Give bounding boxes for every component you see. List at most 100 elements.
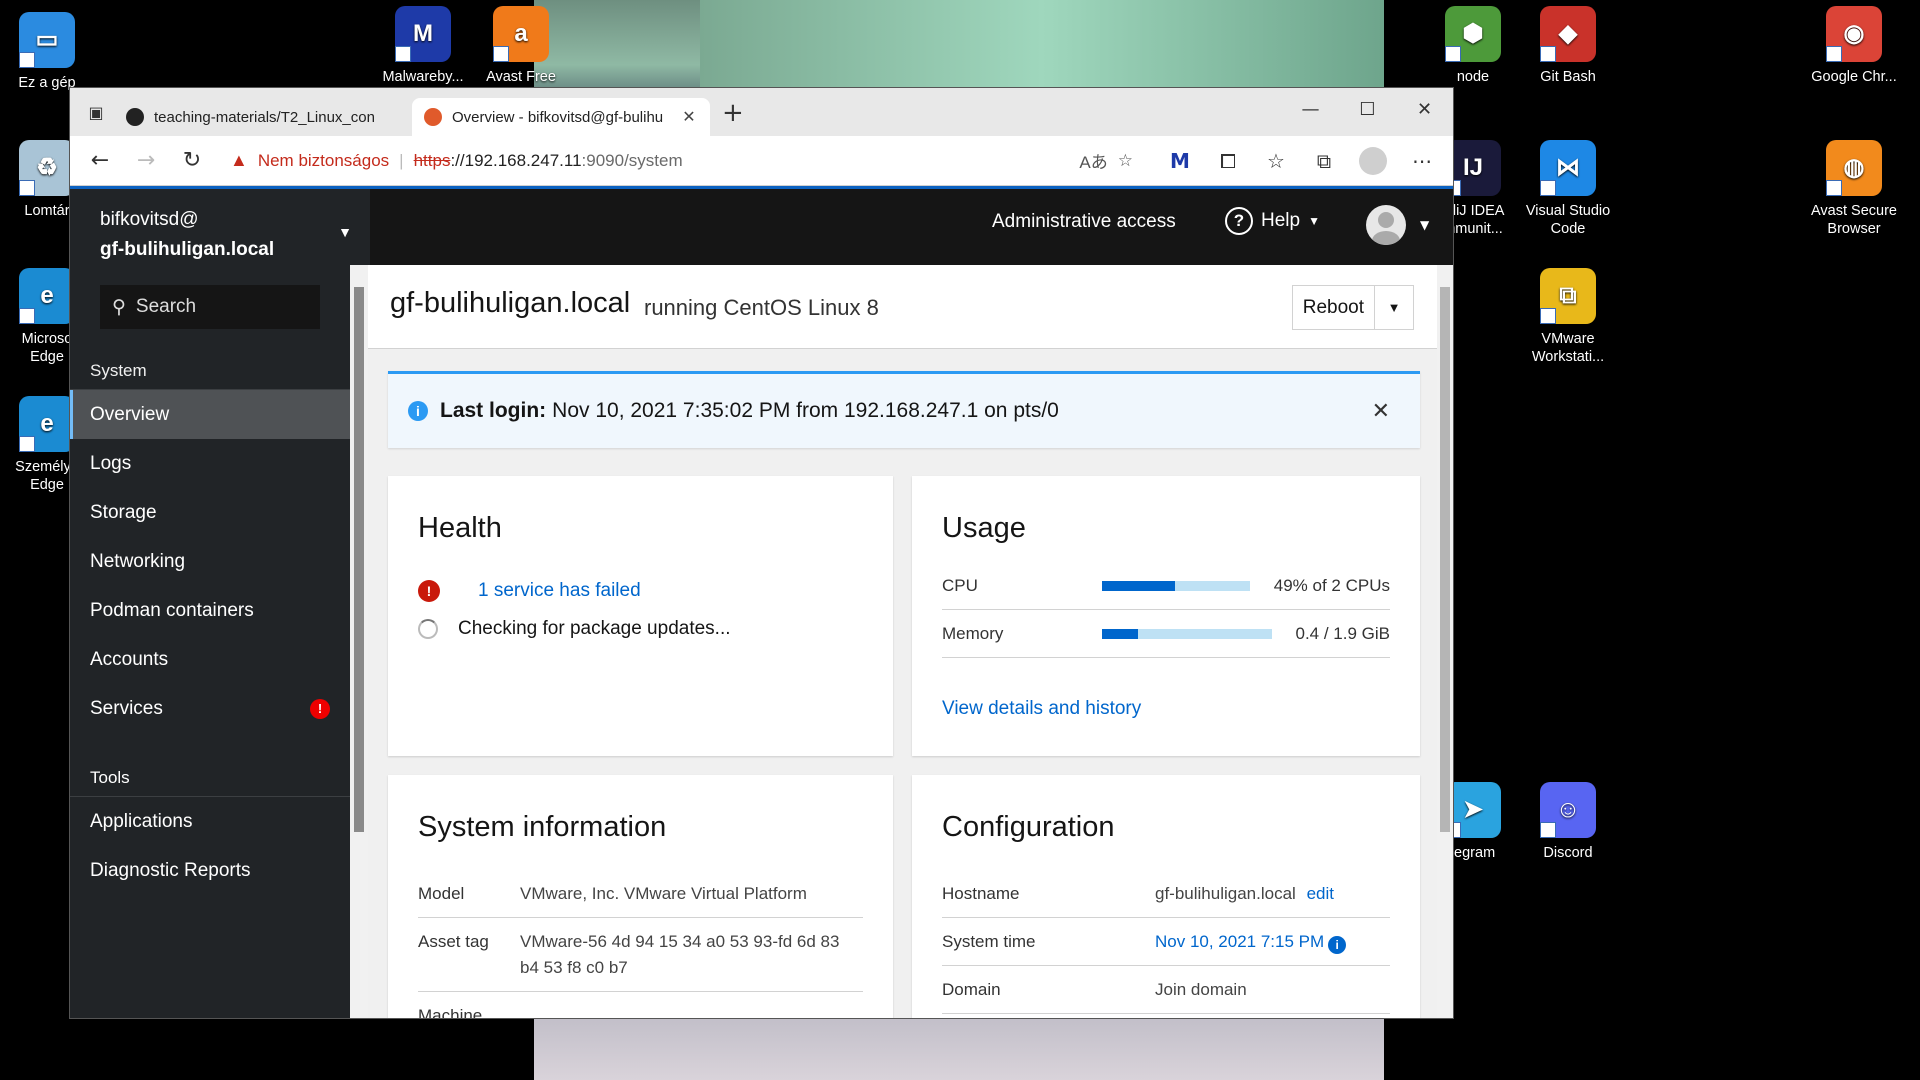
memory-usage-row: Memory 0.4 / 1.9 GiB [942,610,1390,658]
host-user: bifkovitsd@ [100,209,199,230]
tab-cockpit-overview[interactable]: Overview - bifkovitsd@gf-bulihu ✕ [412,98,710,136]
asset-tag-value: VMware-56 4d 94 15 34 a0 53 93-fd 6d 83 … [520,932,840,977]
search-input[interactable]: ⚲ Search [100,285,320,329]
add-favorite-icon[interactable]: ☆ [1118,151,1133,171]
desktop-icon[interactable]: ☺ Discord [1519,782,1617,862]
app-icon: ⧉ [1540,268,1596,324]
desktop-icon[interactable]: ⬢ node [1424,6,1522,86]
cpu-usage-row: CPU 49% of 2 CPUs [942,562,1390,610]
desktop-icon[interactable]: ◍ Avast Secure Browser [1805,140,1903,238]
sidebar-item-networking[interactable]: Networking [70,537,350,586]
malwarebytes-extension-icon[interactable]: M [1159,149,1201,173]
caret-down-icon[interactable]: ▼ [1375,286,1413,329]
new-tab-button[interactable]: + [722,98,744,128]
sidebar-item-accounts[interactable]: Accounts [70,635,350,684]
last-login-alert: i Last login: Nov 10, 2021 7:35:02 PM fr… [388,371,1420,448]
cockpit-icon [424,108,442,126]
scrollbar-thumb[interactable] [354,287,364,832]
hostname-row: Hostname gf-bulihuligan.local edit [942,871,1390,918]
app-icon: ▭ [19,12,75,68]
maximize-button[interactable]: ☐ [1339,88,1396,136]
desktop-icon-label: Visual Studio Code [1525,203,1611,237]
sidebar-item-diagnostic-reports[interactable]: Diagnostic Reports [70,846,350,895]
sidebar-item-services[interactable]: Services ! [70,684,350,733]
close-window-button[interactable]: ✕ [1396,88,1453,136]
close-icon[interactable]: ✕ [1372,398,1390,424]
model-label: Model [418,884,465,903]
browser-window: ▣ teaching-materials/T2_Linux_con Overvi… [69,87,1454,1019]
memory-label: Memory [942,623,1004,643]
tab-bar: ▣ teaching-materials/T2_Linux_con Overvi… [70,88,1453,136]
page-title: gf-bulihuligan.local [390,287,631,319]
join-domain-link[interactable]: Join domain [1155,977,1390,1003]
reload-button[interactable]: ↻ [172,143,212,179]
hostname-value-cell: gf-bulihuligan.local edit [1155,881,1390,907]
desktop-icon[interactable]: ⧉ VMware Workstati... [1519,268,1617,366]
sidebar-item-applications[interactable]: Applications [70,797,350,846]
info-icon[interactable]: i [1328,936,1347,954]
tab-github[interactable]: teaching-materials/T2_Linux_con [114,98,412,136]
spinner-icon [418,619,438,639]
sidebar-item-podman-containers[interactable]: Podman containers [70,586,350,635]
page-header: gf-bulihuligan.local running CentOS Linu… [368,265,1437,349]
question-circle-icon: ? [1225,207,1253,235]
user-menu[interactable]: ▼ [1366,205,1429,245]
reboot-button[interactable]: Reboot [1293,286,1375,329]
url-text: https://192.168.247.11:9090/system [414,151,683,171]
desktop-icon-label: Discord [1543,845,1593,861]
host-name: gf-bulihuligan.local [100,239,275,260]
profile-avatar[interactable] [1359,146,1387,175]
configuration-card: Configuration Hostname gf-bulihuligan.lo… [912,775,1420,1018]
system-time-link[interactable]: Nov 10, 2021 7:15 PM [1155,932,1324,951]
machine-row: Machine [418,993,863,1018]
favorites-icon[interactable]: ☆ [1255,149,1297,173]
close-tab-icon[interactable]: ✕ [680,107,698,127]
card-title: Usage [942,512,1026,544]
tab-actions-icon[interactable]: ▣ [78,94,114,130]
minimize-button[interactable]: — [1282,88,1339,136]
help-menu[interactable]: ? Help ▼ [1225,207,1320,235]
sidebar-group-tools: Tools [70,733,350,797]
model-row: Model VMware, Inc. VMware Virtual Platfo… [418,871,863,918]
tab-title: teaching-materials/T2_Linux_con [154,108,375,126]
view-details-link[interactable]: View details and history [942,698,1141,720]
app-icon: ◍ [1826,140,1882,196]
scrollbar-thumb[interactable] [1440,287,1450,832]
search-icon: ⚲ [112,296,126,318]
desktop-icon[interactable]: M Malwareby... [374,6,472,86]
more-menu-icon[interactable]: ⋯ [1401,149,1443,173]
desktop-icon[interactable]: ⋈ Visual Studio Code [1519,140,1617,238]
desktop-icon[interactable]: ▭ Ez a gép [0,12,96,92]
collections-icon[interactable]: ⧉ [1303,149,1345,173]
desktop-icon[interactable]: ◉ Google Chr... [1805,6,1903,86]
alert-label: Last login: [440,399,547,422]
desktop-icon[interactable]: a Avast Free [472,6,570,86]
administrative-access-button[interactable]: Administrative access [992,211,1176,233]
model-value: VMware, Inc. VMware Virtual Platform [520,884,807,903]
url-bar[interactable]: ▲ Nem biztonságos | https://192.168.247.… [218,142,1145,179]
edit-hostname-link[interactable]: edit [1307,884,1334,903]
warning-icon: ▲ [230,150,248,170]
sidebar-item-logs[interactable]: Logs [70,439,350,488]
forward-button[interactable]: → [126,143,166,179]
sidebar-nav: ⚲ Search System Overview Logs Storage Ne… [70,265,350,1018]
desktop-icon[interactable]: ◆ Git Bash [1519,6,1617,86]
not-secure-label[interactable]: Nem biztonságos [258,151,389,171]
sidebar-item-overview[interactable]: Overview [70,390,350,439]
extensions-icon[interactable]: ⧠ [1207,149,1249,173]
card-title: Health [418,512,502,544]
app-icon: ◉ [1826,6,1882,62]
error-icon: ! [418,580,440,602]
desktop-icon-label: Avast Secure Browser [1811,203,1897,237]
sidebar-item-storage[interactable]: Storage [70,488,350,537]
hostname-label: Hostname [942,884,1020,903]
app-icon: ⋈ [1540,140,1596,196]
back-button[interactable]: ← [80,143,120,179]
read-aloud-icon[interactable]: Aあ [1079,148,1107,173]
failed-services-link[interactable]: 1 service has failed [478,580,641,602]
host-switcher[interactable]: bifkovitsd@ gf-bulihuligan.local ▼ [70,189,370,265]
wallpaper-detail [700,0,1384,90]
sidebar-scrollbar[interactable] [350,265,368,1018]
main-scrollbar[interactable] [1437,265,1453,1018]
app-icon: ☺ [1540,782,1596,838]
